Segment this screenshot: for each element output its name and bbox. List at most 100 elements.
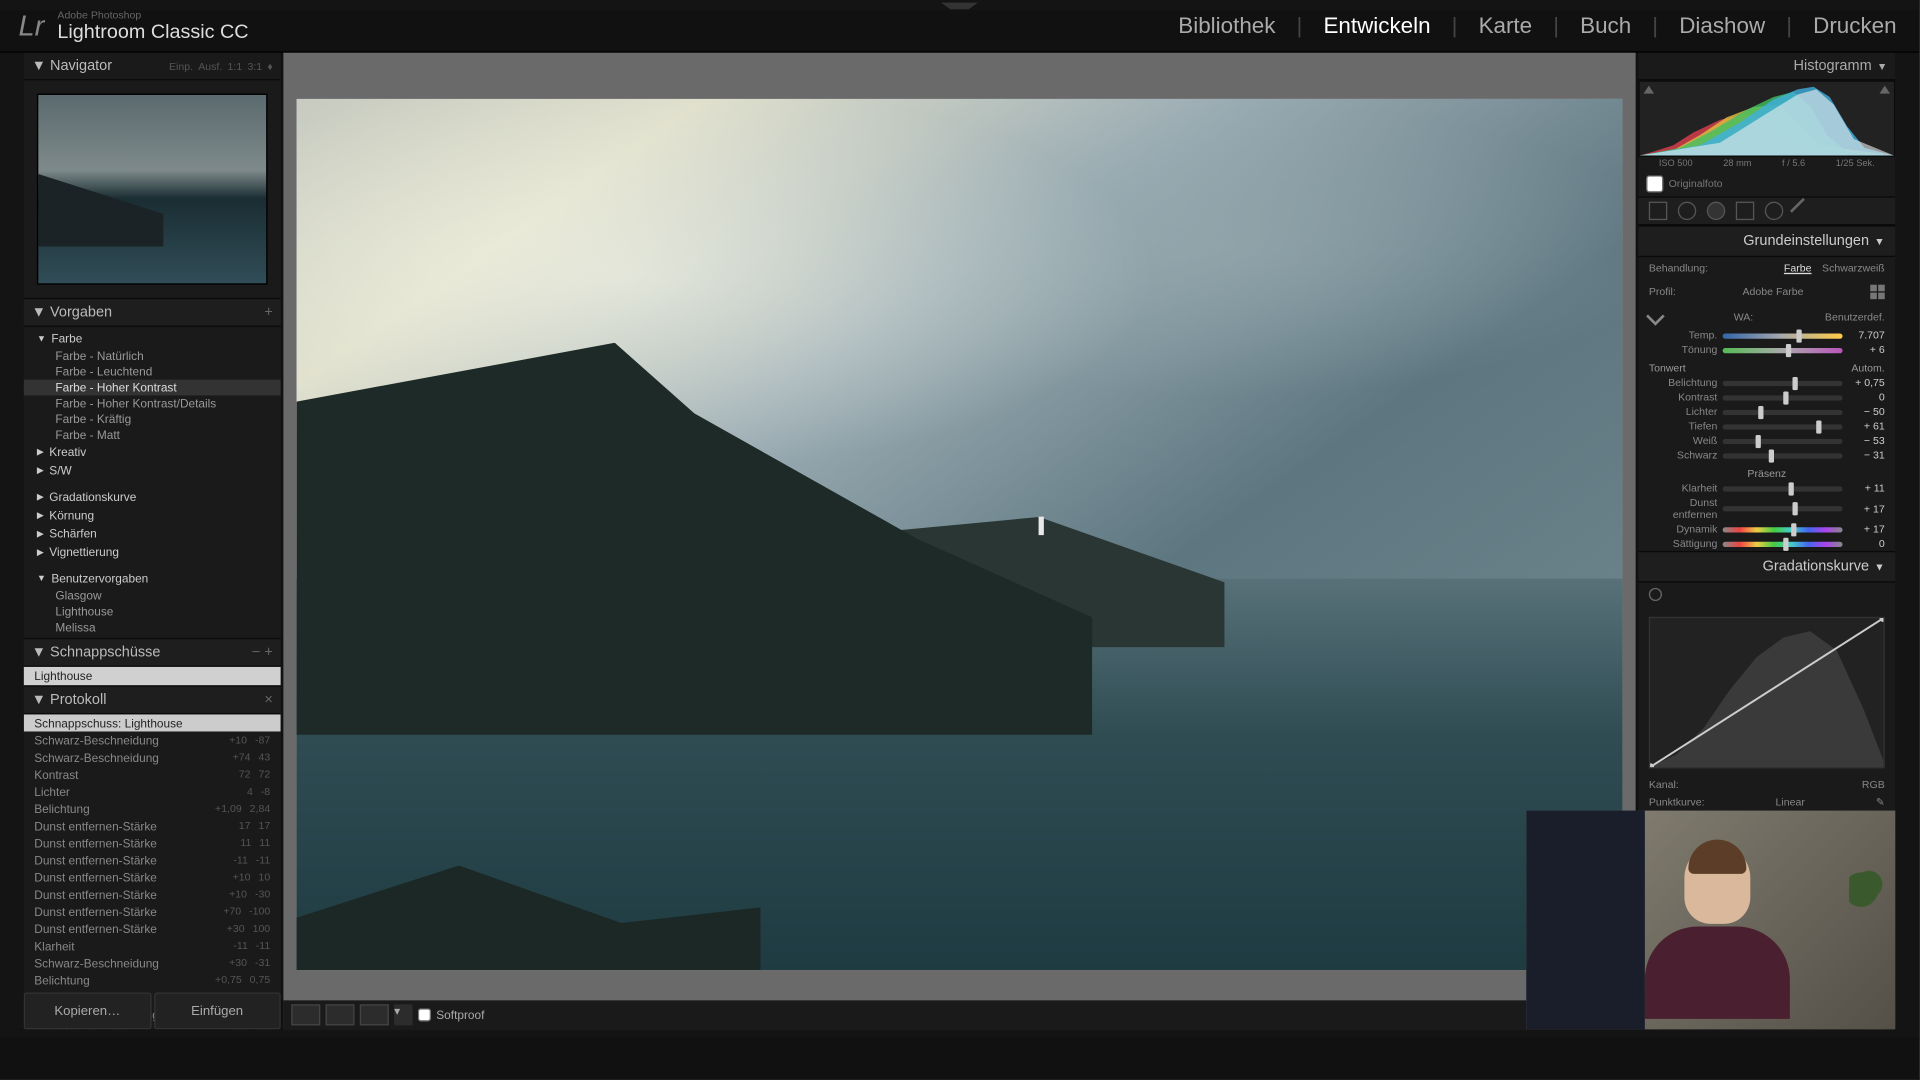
snapshot-item[interactable]: Lighthouse xyxy=(24,667,281,685)
chevron-down-icon[interactable]: ▼ xyxy=(1877,60,1887,72)
module-develop[interactable]: Entwickeln xyxy=(1320,13,1435,39)
zoom-1-1[interactable]: 1:1 xyxy=(228,60,243,72)
auto-tone-button[interactable]: Autom. xyxy=(1851,362,1884,374)
history-item[interactable]: Schwarz-Beschneidung+7443 xyxy=(24,749,281,766)
before-after-split-icon[interactable]: ▾ xyxy=(394,1004,412,1025)
chevron-right-icon[interactable]: ▶ xyxy=(37,492,44,503)
module-map[interactable]: Karte xyxy=(1475,13,1536,39)
chevron-down-icon[interactable]: ▼ xyxy=(37,574,46,583)
history-item[interactable]: Klarheit-11-11 xyxy=(24,937,281,954)
channel-value[interactable]: RGB xyxy=(1862,779,1885,791)
history-item[interactable]: Dunst entfernen-Stärke1111 xyxy=(24,834,281,851)
history-item[interactable]: Schwarz-Beschneidung+30-31 xyxy=(24,954,281,971)
preset-group[interactable]: Kreativ xyxy=(49,445,86,458)
chevron-down-icon[interactable]: ▼ xyxy=(32,645,46,661)
history-item[interactable]: Lichter4-8 xyxy=(24,783,281,800)
chevron-right-icon[interactable]: ▶ xyxy=(37,447,44,458)
add-snapshot-icon[interactable]: + xyxy=(264,645,272,661)
chevron-down-icon[interactable]: ▼ xyxy=(1874,235,1884,247)
chevron-right-icon[interactable]: ▶ xyxy=(37,510,44,521)
main-photo[interactable] xyxy=(297,99,1623,970)
history-item[interactable]: Schwarz-Beschneidung+10-87 xyxy=(24,731,281,748)
history-item[interactable]: Dunst entfernen-Stärke+70-100 xyxy=(24,903,281,920)
paste-button[interactable]: Einfügen xyxy=(154,992,281,1029)
crop-tool-icon[interactable] xyxy=(1649,202,1667,220)
highlight-clip-icon[interactable] xyxy=(1879,86,1890,94)
chevron-down-icon[interactable]: ▼ xyxy=(32,304,46,320)
treatment-bw[interactable]: Schwarzweiß xyxy=(1822,262,1885,274)
copy-button[interactable]: Kopieren… xyxy=(24,992,151,1029)
module-print[interactable]: Drucken xyxy=(1809,13,1900,39)
preset-item[interactable]: Farbe - Hoher Kontrast/Details xyxy=(37,395,273,411)
chevron-down-icon[interactable]: ▼ xyxy=(32,58,46,74)
preset-group[interactable]: Farbe xyxy=(51,332,82,345)
history-item[interactable]: Dunst entfernen-Stärke+30100 xyxy=(24,920,281,937)
preset-group[interactable]: Schärfen xyxy=(49,527,96,540)
module-book[interactable]: Buch xyxy=(1576,13,1635,39)
add-preset-icon[interactable]: + xyxy=(264,304,272,320)
treatment-color[interactable]: Farbe xyxy=(1784,262,1812,274)
preset-item[interactable]: Farbe - Leuchtend xyxy=(37,364,273,380)
chevron-down-icon[interactable]: ▼ xyxy=(1874,561,1884,573)
histogram[interactable] xyxy=(1638,80,1895,156)
module-library[interactable]: Bibliothek xyxy=(1174,13,1279,39)
preset-group[interactable]: S/W xyxy=(49,464,71,477)
chevron-right-icon[interactable]: ▶ xyxy=(37,465,44,476)
zoom-fill[interactable]: Ausf. xyxy=(198,60,222,72)
pointcurve-value[interactable]: Linear xyxy=(1776,796,1805,808)
history-item[interactable]: Belichtung+0,750,75 xyxy=(24,971,281,988)
chevron-right-icon[interactable]: ▶ xyxy=(37,547,44,558)
slider-dunst-entfernen[interactable]: Dunst entfernen+ 17 xyxy=(1638,496,1895,522)
history-item[interactable]: Dunst entfernen-Stärke+10-30 xyxy=(24,886,281,903)
chevron-down-icon[interactable]: ▼ xyxy=(37,334,46,343)
history-item[interactable]: Kontrast7272 xyxy=(24,766,281,783)
target-adjust-icon[interactable] xyxy=(1649,588,1662,601)
loupe-view-icon[interactable] xyxy=(291,1004,320,1025)
clear-history-icon[interactable]: × xyxy=(264,692,272,708)
slider-tiefen[interactable]: Tiefen+ 61 xyxy=(1638,419,1895,433)
preset-group[interactable]: Vignettierung xyxy=(49,546,119,559)
wb-eyedropper-icon[interactable] xyxy=(1646,307,1665,326)
zoom-3-1[interactable]: 3:1 xyxy=(247,60,262,72)
slider-weiß[interactable]: Weiß− 53 xyxy=(1638,434,1895,448)
slider-temp.[interactable]: Temp.7.707 xyxy=(1638,328,1895,342)
slider-lichter[interactable]: Lichter− 50 xyxy=(1638,405,1895,419)
module-slideshow[interactable]: Diashow xyxy=(1675,13,1769,39)
slider-belichtung[interactable]: Belichtung+ 0,75 xyxy=(1638,376,1895,390)
brush-tool-icon[interactable] xyxy=(1790,198,1816,224)
tone-curve[interactable] xyxy=(1649,617,1885,769)
preset-item[interactable]: Farbe - Matt xyxy=(37,427,273,443)
preset-item[interactable]: Farbe - Kräftig xyxy=(37,411,273,427)
radial-tool-icon[interactable] xyxy=(1765,202,1783,220)
slider-sättigung[interactable]: Sättigung0 xyxy=(1638,536,1895,550)
zoom-fit[interactable]: Einp. xyxy=(169,60,193,72)
spot-tool-icon[interactable] xyxy=(1678,202,1696,220)
slider-dynamik[interactable]: Dynamik+ 17 xyxy=(1638,522,1895,536)
original-checkbox[interactable] xyxy=(1646,175,1663,192)
preset-group[interactable]: Körnung xyxy=(49,509,94,522)
slider-tönung[interactable]: Tönung+ 6 xyxy=(1638,343,1895,357)
preset-item[interactable]: Lighthouse xyxy=(37,604,273,620)
history-item[interactable]: Dunst entfernen-Stärke+1010 xyxy=(24,869,281,886)
before-after-tb-icon[interactable] xyxy=(360,1004,389,1025)
minus-icon[interactable]: − xyxy=(252,645,260,661)
preset-item[interactable]: Farbe - Natürlich xyxy=(37,348,273,364)
right-rail[interactable] xyxy=(1895,53,1919,1030)
profile-value[interactable]: Adobe Farbe xyxy=(1743,286,1804,298)
slider-klarheit[interactable]: Klarheit+ 11 xyxy=(1638,481,1895,495)
curve-edit-icon[interactable]: ✎ xyxy=(1876,796,1885,808)
chevron-down-icon[interactable]: ▼ xyxy=(32,692,46,708)
shadow-clip-icon[interactable] xyxy=(1644,86,1655,94)
preset-group[interactable]: Gradationskurve xyxy=(49,490,136,503)
slider-kontrast[interactable]: Kontrast0 xyxy=(1638,390,1895,404)
wb-value[interactable]: Benutzerdef. xyxy=(1825,310,1885,322)
navigator-thumbnail[interactable] xyxy=(37,94,268,285)
history-item[interactable]: Dunst entfernen-Stärke1717 xyxy=(24,817,281,834)
preset-group[interactable]: Benutzervorgaben xyxy=(51,572,148,585)
gradient-tool-icon[interactable] xyxy=(1736,202,1754,220)
redeye-tool-icon[interactable] xyxy=(1707,202,1725,220)
preset-item[interactable]: Glasgow xyxy=(37,588,273,604)
slider-schwarz[interactable]: Schwarz− 31 xyxy=(1638,448,1895,462)
history-item[interactable]: Dunst entfernen-Stärke-11-11 xyxy=(24,851,281,868)
history-item[interactable]: Schnappschuss: Lighthouse xyxy=(24,714,281,731)
